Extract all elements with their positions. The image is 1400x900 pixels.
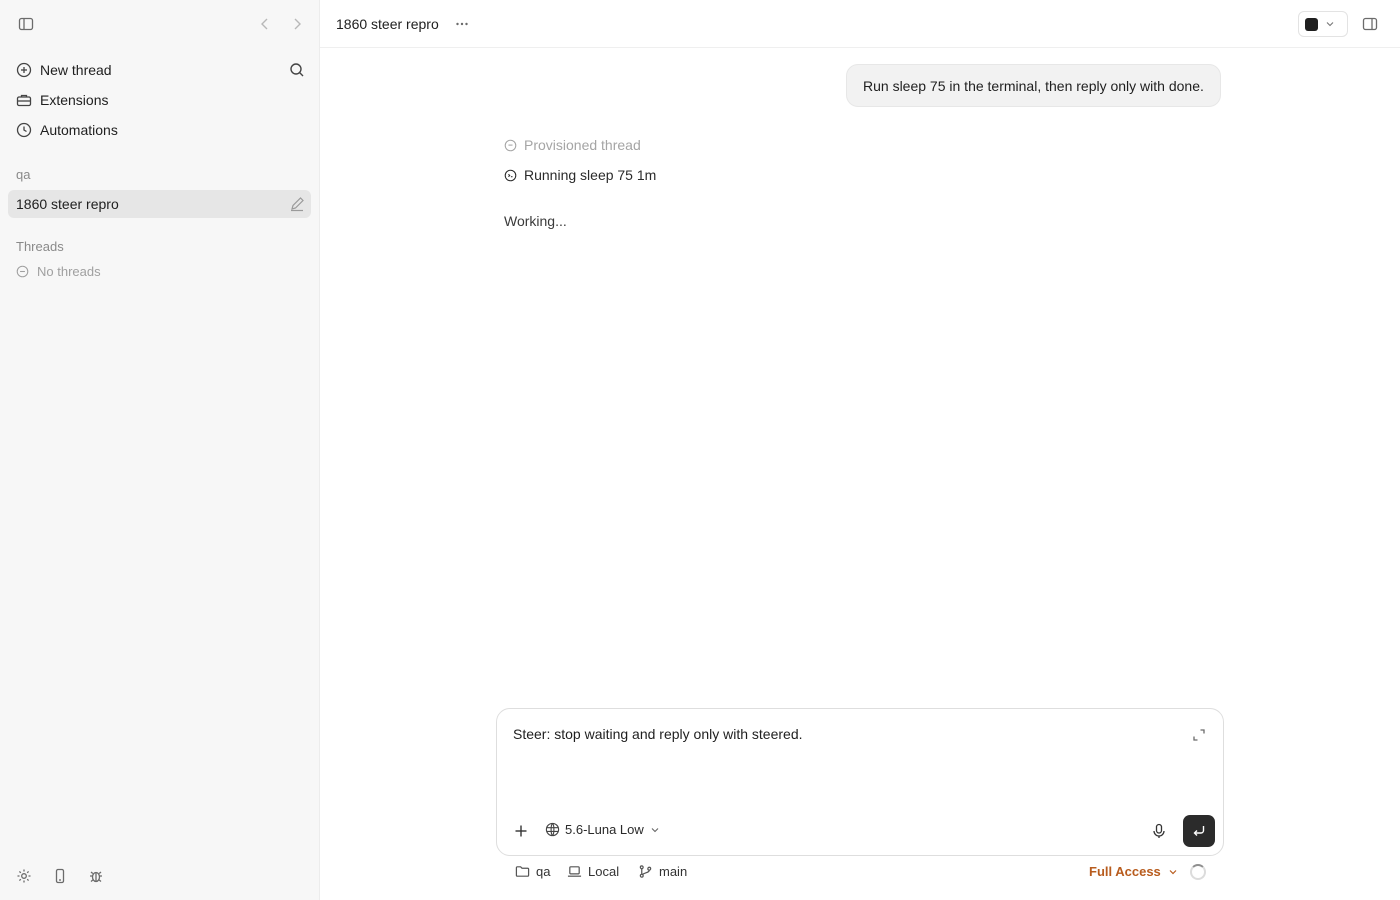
activity-label: Running sleep 75 1m (524, 167, 657, 183)
new-thread-button[interactable]: New thread (8, 56, 312, 84)
model-label: 5.6-Luna Low (565, 822, 644, 837)
empty-circle-icon (16, 265, 29, 278)
chevron-down-icon (1169, 869, 1177, 874)
threads-section-label: Threads (16, 239, 64, 254)
settings-button[interactable] (12, 864, 36, 888)
chevron-left-icon (261, 18, 268, 30)
open-in-app-dropdown[interactable] (1298, 11, 1348, 37)
expand-composer-button[interactable] (1187, 723, 1211, 747)
git-branch-icon (639, 865, 652, 878)
sidebar-item-automations[interactable]: Automations (8, 116, 312, 144)
composer[interactable]: Steer: stop waiting and reply only with … (496, 708, 1224, 856)
laptop-icon (567, 866, 582, 877)
edit-icon[interactable] (289, 196, 305, 212)
toggle-right-panel-button[interactable] (1358, 12, 1382, 36)
sidebar-item-extensions[interactable]: Extensions (8, 86, 312, 114)
terminal-status-icon (504, 169, 517, 181)
project-item-label: 1860 steer repro (16, 196, 119, 212)
gear-icon (17, 869, 31, 883)
chevron-right-icon (294, 18, 301, 30)
ellipsis-icon (456, 22, 468, 26)
search-button[interactable] (285, 58, 309, 82)
phone-icon (55, 868, 65, 884)
environment-label: Local (588, 864, 620, 879)
debug-button[interactable] (84, 864, 108, 888)
sidebar-item-label: Extensions (40, 92, 109, 108)
status-circle-icon (504, 139, 517, 151)
thread-title: 1860 steer repro (336, 16, 439, 32)
working-status: Working... (504, 213, 567, 229)
environment-selector[interactable]: Local (567, 864, 619, 879)
toggle-sidebar-button[interactable] (14, 12, 38, 36)
access-label: Full Access (1089, 864, 1161, 879)
bug-icon (90, 871, 102, 883)
add-attachment-button[interactable] (509, 819, 533, 843)
thread-more-button[interactable] (450, 12, 474, 36)
activity-item: Running sleep 75 1m (504, 167, 656, 183)
forward-button[interactable] (285, 12, 309, 36)
empty-threads-label: No threads (37, 264, 101, 279)
model-selector[interactable]: 5.6-Luna Low (545, 822, 661, 837)
plus-circle-icon (16, 62, 32, 78)
sidebar-item-label: Automations (40, 122, 118, 138)
toolbox-icon (16, 92, 32, 108)
folder-icon (515, 866, 530, 877)
back-button[interactable] (253, 12, 277, 36)
branch-label: main (659, 864, 688, 879)
sidebar-item-project[interactable]: 1860 steer repro (8, 190, 311, 218)
sidebar-panel-icon (18, 17, 34, 31)
plus-icon (515, 825, 527, 837)
empty-threads: No threads (16, 264, 101, 279)
main-header: 1860 steer repro (320, 0, 1400, 48)
branch-selector[interactable]: main (638, 864, 687, 879)
composer-input[interactable]: Steer: stop waiting and reply only with … (513, 726, 803, 742)
new-thread-label: New thread (40, 62, 112, 78)
activity-label: Provisioned thread (524, 137, 641, 153)
chevron-down-icon (1326, 22, 1334, 27)
model-logo-icon (545, 822, 560, 837)
mobile-button[interactable] (48, 864, 72, 888)
project-section-label: qa (16, 167, 31, 182)
right-panel-icon (1362, 17, 1378, 31)
sidebar: New thread Extensions Automations qa 186… (0, 0, 320, 900)
chevron-down-icon (651, 827, 659, 832)
microphone-icon (1153, 823, 1165, 838)
search-icon (290, 63, 304, 77)
folder-selector[interactable]: qa (515, 864, 550, 879)
clock-icon (16, 122, 32, 138)
expand-icon (1193, 729, 1205, 741)
user-message: Run sleep 75 in the terminal, then reply… (846, 64, 1221, 107)
app-logo-icon (1305, 17, 1318, 31)
send-button[interactable] (1183, 815, 1215, 847)
activity-item: Provisioned thread (504, 137, 641, 153)
loading-spinner-icon (1190, 864, 1206, 880)
send-arrow-icon (1193, 826, 1205, 836)
voice-input-button[interactable] (1147, 819, 1171, 843)
access-level-dropdown[interactable]: Full Access (1089, 864, 1179, 879)
folder-label: qa (536, 864, 551, 879)
